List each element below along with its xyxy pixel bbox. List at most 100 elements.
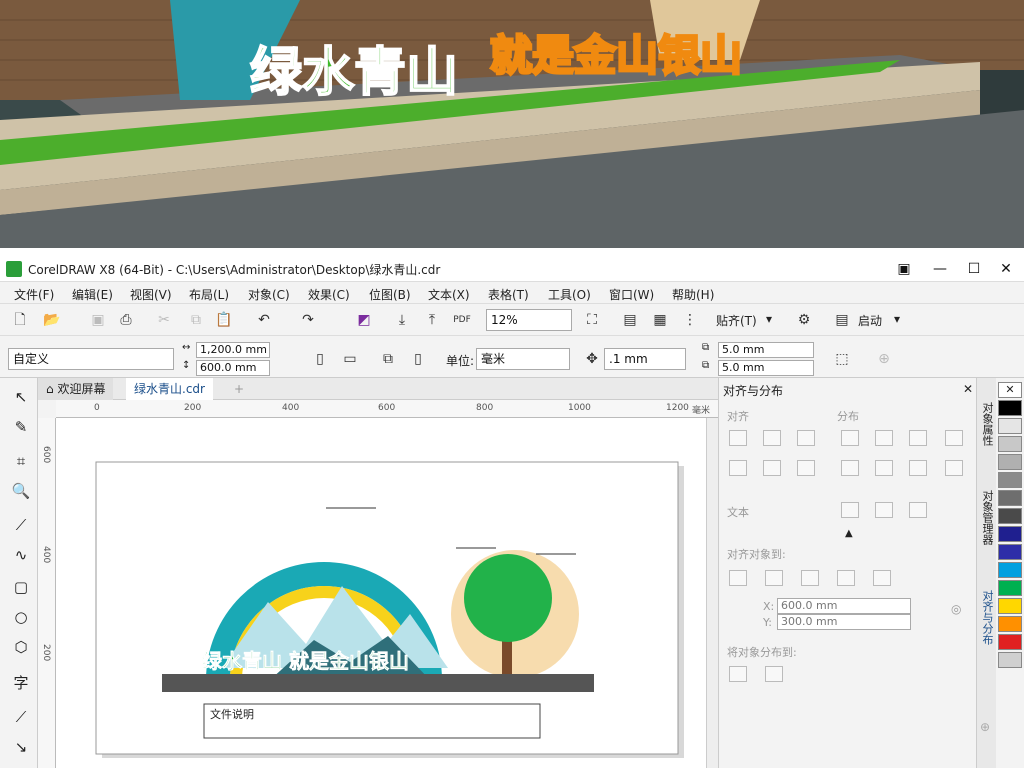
tab-object-manager[interactable]: 对象管理器 xyxy=(979,490,995,545)
page-width-field[interactable]: 1,200.0 mm xyxy=(196,342,270,358)
duplicate-x-field[interactable]: 5.0 mm xyxy=(718,342,814,358)
pick-tool-icon[interactable]: ↖ xyxy=(8,384,34,410)
add-tab-icon[interactable]: + xyxy=(226,378,252,400)
panel-close-icon[interactable]: ✕ xyxy=(963,382,973,396)
selection-extent-icon[interactable] xyxy=(729,666,747,682)
menu-window[interactable]: 窗口(W) xyxy=(609,286,654,303)
all-pages-icon[interactable]: ⧉ xyxy=(376,347,400,371)
active-objects-icon[interactable] xyxy=(729,570,747,586)
target-icon[interactable]: ◎ xyxy=(951,602,961,616)
print-icon[interactable]: ⎙ xyxy=(114,308,138,332)
copy-icon[interactable]: ⧉ xyxy=(184,308,208,332)
redo-icon[interactable]: ↷ xyxy=(296,308,320,332)
paste-icon[interactable]: 📋 xyxy=(212,308,236,332)
artistic-media-icon[interactable]: ∿ xyxy=(8,542,34,568)
text-first-line-icon[interactable] xyxy=(875,502,893,518)
specified-point-icon[interactable] xyxy=(873,570,891,586)
color-swatch[interactable] xyxy=(998,418,1022,434)
unit-select[interactable]: 毫米 xyxy=(476,348,570,370)
show-grid-icon[interactable]: ▦ xyxy=(648,308,672,332)
treat-as-filled-icon[interactable]: ⬚ xyxy=(830,347,854,371)
menu-object[interactable]: 对象(C) xyxy=(248,286,290,303)
align-center-v-icon[interactable] xyxy=(763,460,781,476)
publish-pdf-icon[interactable]: PDF xyxy=(450,308,474,332)
tab-object-properties[interactable]: 对象属性 xyxy=(979,402,995,446)
collapse-arrow-icon[interactable]: ▲ xyxy=(845,528,853,539)
color-swatch[interactable] xyxy=(998,598,1022,614)
page-height-field[interactable]: 600.0 mm xyxy=(196,360,270,376)
color-swatch[interactable] xyxy=(998,400,1022,416)
distribute-middle-icon[interactable] xyxy=(875,460,893,476)
text-bbox-icon[interactable] xyxy=(909,502,927,518)
align-left-icon[interactable] xyxy=(729,430,747,446)
horizontal-ruler[interactable]: 0 200 400 600 800 1000 1200 毫米 xyxy=(56,400,718,418)
align-bottom-icon[interactable] xyxy=(797,460,815,476)
search-content-icon[interactable]: ◩ xyxy=(352,308,376,332)
menu-text[interactable]: 文本(X) xyxy=(428,286,470,303)
menu-effects[interactable]: 效果(C) xyxy=(308,286,350,303)
page-edge-icon[interactable] xyxy=(765,570,783,586)
open-folder-icon[interactable]: 📂 xyxy=(40,308,64,332)
zoom-level-select[interactable]: 12% xyxy=(486,309,572,331)
distribute-top-icon[interactable] xyxy=(841,460,859,476)
new-document-icon[interactable]: 🗋 xyxy=(8,308,32,332)
menu-table[interactable]: 表格(T) xyxy=(488,286,529,303)
import-icon[interactable]: ⤓ xyxy=(390,308,414,332)
page-preset-select[interactable]: 自定义 xyxy=(8,348,174,370)
color-swatch[interactable] xyxy=(998,454,1022,470)
align-right-icon[interactable] xyxy=(797,430,815,446)
distribute-center-icon[interactable] xyxy=(875,430,893,446)
color-swatch[interactable] xyxy=(998,616,1022,632)
add-docker-icon[interactable]: ⊕ xyxy=(980,720,990,734)
page-center-icon[interactable] xyxy=(801,570,819,586)
chevron-down-icon[interactable]: ▾ xyxy=(766,312,772,326)
align-center-h-icon[interactable] xyxy=(763,430,781,446)
align-top-icon[interactable] xyxy=(729,460,747,476)
rectangle-tool-icon[interactable]: ▢ xyxy=(8,574,34,600)
nudge-distance-field[interactable]: .1 mm xyxy=(604,348,686,370)
drawing-canvas[interactable]: 绿水青山 就是金山银山 文件说明 xyxy=(56,418,706,768)
text-baseline-icon[interactable] xyxy=(841,502,859,518)
distribute-spacing-icon[interactable] xyxy=(909,430,927,446)
grid-icon[interactable] xyxy=(837,570,855,586)
color-swatch[interactable] xyxy=(998,508,1022,524)
menu-layout[interactable]: 布局(L) xyxy=(189,286,229,303)
parallel-dimension-icon[interactable]: ⟋ xyxy=(8,704,34,730)
tab-document[interactable]: 绿水青山.cdr xyxy=(126,378,213,400)
color-swatch[interactable] xyxy=(998,436,1022,452)
export-icon[interactable]: ⤒ xyxy=(420,308,444,332)
add-icon[interactable]: ⊕ xyxy=(872,347,896,371)
color-swatch[interactable] xyxy=(998,490,1022,506)
minimize-button[interactable]: — xyxy=(926,258,954,280)
menu-tools[interactable]: 工具(O) xyxy=(548,286,591,303)
save-icon[interactable]: ▣ xyxy=(86,308,110,332)
y-position-field[interactable]: 300.0 mm xyxy=(777,614,911,630)
color-swatch[interactable] xyxy=(998,562,1022,578)
color-swatch[interactable] xyxy=(998,580,1022,596)
application-launcher-icon[interactable]: ▤ xyxy=(830,308,854,332)
options-gear-icon[interactable]: ⚙ xyxy=(792,308,816,332)
snap-to-dropdown[interactable]: 贴齐(T) xyxy=(716,312,757,329)
page-extent-icon[interactable] xyxy=(765,666,783,682)
duplicate-y-field[interactable]: 5.0 mm xyxy=(718,360,814,376)
vertical-ruler[interactable]: 600 400 200 xyxy=(38,418,56,768)
undo-icon[interactable]: ↶ xyxy=(252,308,276,332)
freehand-tool-icon[interactable]: ⟋ xyxy=(8,512,34,538)
landscape-icon[interactable]: ▭ xyxy=(338,347,362,371)
current-page-icon[interactable]: ▯ xyxy=(406,347,430,371)
portrait-icon[interactable]: ▯ xyxy=(308,347,332,371)
tab-welcome-screen[interactable]: ⌂ 欢迎屏幕 xyxy=(38,378,114,400)
vertical-scrollbar[interactable] xyxy=(706,418,718,768)
crop-tool-icon[interactable]: ⌗ xyxy=(8,448,34,474)
maximize-button[interactable]: ☐ xyxy=(960,258,988,280)
no-color-swatch[interactable]: ✕ xyxy=(998,382,1022,398)
polygon-tool-icon[interactable]: ⬡ xyxy=(8,634,34,660)
user-icon[interactable]: ▣ xyxy=(890,258,918,280)
color-swatch[interactable] xyxy=(998,544,1022,560)
tab-align-distribute[interactable]: 对齐与分布 xyxy=(979,590,995,645)
zoom-tool-icon[interactable]: 🔍 xyxy=(8,478,34,504)
shape-tool-icon[interactable]: ✎ xyxy=(8,414,34,440)
menu-edit[interactable]: 编辑(E) xyxy=(72,286,113,303)
distribute-right-icon[interactable] xyxy=(945,430,963,446)
color-swatch[interactable] xyxy=(998,526,1022,542)
